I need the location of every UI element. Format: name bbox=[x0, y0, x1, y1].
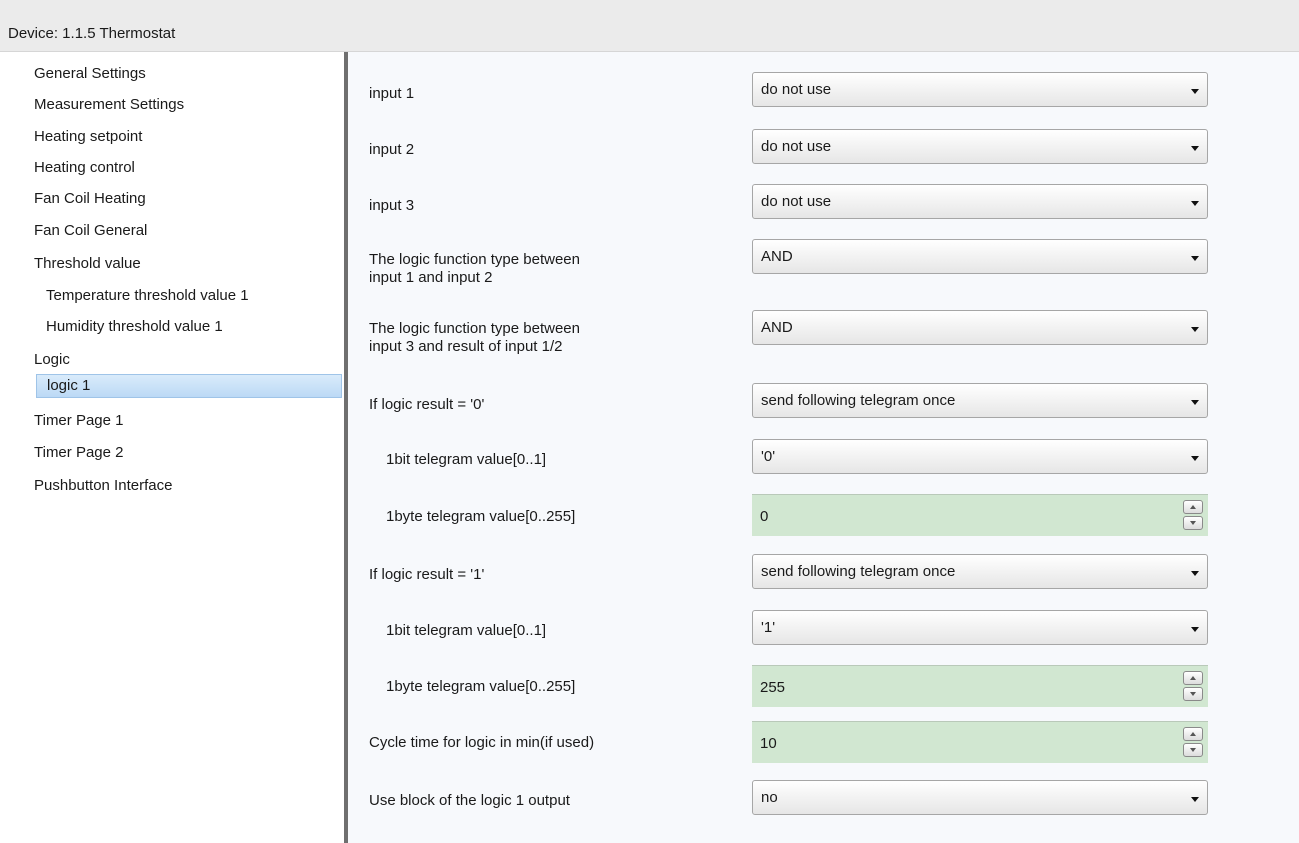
sidebar-item-heating-setpoint[interactable]: Heating setpoint bbox=[34, 125, 340, 149]
sidebar-item-timer-page-2[interactable]: Timer Page 2 bbox=[34, 441, 340, 465]
sidebar-item-logic-1[interactable]: logic 1 bbox=[36, 374, 342, 398]
chevron-down-icon bbox=[1191, 256, 1199, 261]
sidebar-item-heating-control[interactable]: Heating control bbox=[34, 156, 340, 180]
block-label: Use block of the logic 1 output bbox=[369, 792, 570, 809]
result-1-label: If logic result = '1' bbox=[369, 566, 485, 583]
chevron-down-icon bbox=[1191, 146, 1199, 151]
spin-down-icon[interactable] bbox=[1183, 516, 1203, 530]
input-3-value: do not use bbox=[761, 193, 832, 210]
chevron-down-icon bbox=[1191, 201, 1199, 206]
sidebar-item-humidity-threshold-1[interactable]: Humidity threshold value 1 bbox=[46, 315, 342, 339]
result-0-select[interactable]: send following telegram once bbox=[752, 383, 1208, 418]
sidebar-item-timer-page-1[interactable]: Timer Page 1 bbox=[34, 409, 340, 433]
logic-type-3-value: AND bbox=[761, 319, 793, 336]
input-2-select[interactable]: do not use bbox=[752, 129, 1208, 164]
chevron-down-icon bbox=[1191, 400, 1199, 405]
bit-1-value: '1' bbox=[761, 619, 776, 636]
spin-up-icon[interactable] bbox=[1183, 727, 1203, 741]
logic-type-1-2-value: AND bbox=[761, 248, 793, 265]
spin-up-icon[interactable] bbox=[1183, 671, 1203, 685]
sidebar-item-measurement-settings[interactable]: Measurement Settings bbox=[34, 93, 340, 117]
bit-1-label: 1bit telegram value[0..1] bbox=[386, 622, 547, 639]
cycle-time-spinbox[interactable] bbox=[752, 721, 1208, 763]
cycle-time-input[interactable] bbox=[760, 734, 1140, 752]
chevron-down-icon bbox=[1191, 456, 1199, 461]
window-title: Device: 1.1.5 Thermostat bbox=[8, 25, 176, 42]
logic-type-3-select[interactable]: AND bbox=[752, 310, 1208, 345]
byte-0-spinbox[interactable] bbox=[752, 494, 1208, 536]
chevron-down-icon bbox=[1191, 89, 1199, 94]
parameter-panel: input 1 do not use input 2 do not use in… bbox=[348, 52, 1299, 843]
byte-1-input[interactable] bbox=[760, 678, 1140, 696]
input-3-label: input 3 bbox=[369, 197, 415, 214]
bit-0-value: '0' bbox=[761, 448, 776, 465]
input-2-value: do not use bbox=[761, 138, 832, 155]
sidebar-item-fan-coil-general[interactable]: Fan Coil General bbox=[34, 219, 340, 243]
sidebar-item-logic[interactable]: Logic bbox=[34, 348, 340, 372]
spin-up-icon[interactable] bbox=[1183, 500, 1203, 514]
sidebar-tree: General Settings Measurement Settings He… bbox=[0, 52, 344, 843]
chevron-down-icon bbox=[1191, 627, 1199, 632]
input-2-label: input 2 bbox=[369, 141, 415, 158]
byte-0-input[interactable] bbox=[760, 507, 1140, 525]
byte-1-spinbox[interactable] bbox=[752, 665, 1208, 707]
byte-0-label: 1byte telegram value[0..255] bbox=[386, 508, 576, 525]
logic-type-3-label-line1: The logic function type between bbox=[369, 320, 580, 337]
chevron-down-icon bbox=[1191, 797, 1199, 802]
byte-1-label: 1byte telegram value[0..255] bbox=[386, 678, 576, 695]
logic-type-3-label-line2: input 3 and result of input 1/2 bbox=[369, 338, 563, 355]
chevron-down-icon bbox=[1191, 571, 1199, 576]
cycle-time-label: Cycle time for logic in min(if used) bbox=[369, 734, 595, 751]
title-bar: Device: 1.1.5 Thermostat bbox=[0, 0, 1299, 52]
sidebar-item-threshold-value[interactable]: Threshold value bbox=[34, 252, 340, 276]
result-1-value: send following telegram once bbox=[761, 563, 956, 580]
sidebar-item-fan-coil-heating[interactable]: Fan Coil Heating bbox=[34, 187, 340, 211]
sidebar-item-temperature-threshold-1[interactable]: Temperature threshold value 1 bbox=[46, 284, 342, 308]
input-1-label: input 1 bbox=[369, 85, 415, 102]
block-select[interactable]: no bbox=[752, 780, 1208, 815]
logic-type-1-2-label-line2: input 1 and input 2 bbox=[369, 269, 493, 286]
logic-type-1-2-select[interactable]: AND bbox=[752, 239, 1208, 274]
bit-0-select[interactable]: '0' bbox=[752, 439, 1208, 474]
block-value: no bbox=[761, 789, 778, 806]
input-3-select[interactable]: do not use bbox=[752, 184, 1208, 219]
sidebar-item-general-settings[interactable]: General Settings bbox=[34, 62, 340, 86]
spin-down-icon[interactable] bbox=[1183, 743, 1203, 757]
chevron-down-icon bbox=[1191, 327, 1199, 332]
sidebar-item-pushbutton-interface[interactable]: Pushbutton Interface bbox=[34, 474, 340, 498]
bit-1-select[interactable]: '1' bbox=[752, 610, 1208, 645]
input-1-select[interactable]: do not use bbox=[752, 72, 1208, 107]
result-0-label: If logic result = '0' bbox=[369, 396, 485, 413]
input-1-value: do not use bbox=[761, 81, 832, 98]
spin-down-icon[interactable] bbox=[1183, 687, 1203, 701]
bit-0-label: 1bit telegram value[0..1] bbox=[386, 451, 547, 468]
result-1-select[interactable]: send following telegram once bbox=[752, 554, 1208, 589]
logic-type-1-2-label-line1: The logic function type between bbox=[369, 251, 580, 268]
result-0-value: send following telegram once bbox=[761, 392, 956, 409]
